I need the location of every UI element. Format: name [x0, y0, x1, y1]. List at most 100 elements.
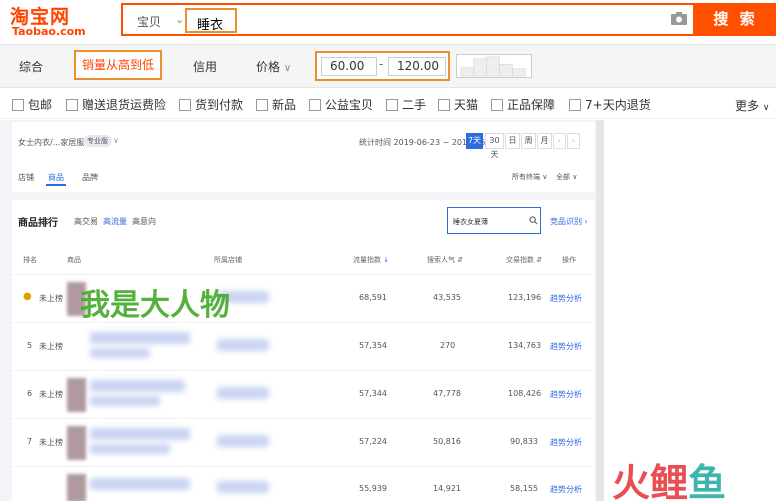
price-range: 60.00 - 120.00 — [315, 51, 450, 81]
next-icon[interactable]: › — [567, 133, 580, 149]
filter-new[interactable]: 新品 — [256, 96, 296, 113]
table-row[interactable]: 55,939 14,921 58,155 趋势分析 — [12, 466, 595, 501]
prev-icon[interactable]: ‹ — [553, 133, 566, 149]
col-rank: 排名 — [23, 256, 37, 264]
checkbox[interactable] — [438, 99, 450, 111]
row-search: 50,816 — [433, 437, 461, 446]
search-category[interactable]: 宝贝 — [137, 13, 161, 30]
date-week[interactable]: 周 — [521, 133, 536, 149]
trend-analysis-link[interactable]: 趋势分析 — [550, 293, 582, 304]
checkbox[interactable] — [66, 99, 78, 111]
product-title-blurred[interactable] — [90, 428, 190, 440]
checkbox[interactable] — [569, 99, 581, 111]
shop-name-blurred[interactable] — [217, 435, 269, 447]
sort-desc-icon: ↓ — [383, 256, 390, 264]
chevron-down-icon: ∨ — [762, 103, 770, 113]
checkbox[interactable] — [179, 99, 191, 111]
col-trade[interactable]: 交易指数 ⇵ — [506, 255, 542, 265]
chevron-down-icon[interactable]: ∨ — [113, 136, 119, 145]
terminal-select[interactable]: 所有终端 ∨ — [512, 172, 547, 182]
filter-free-shipping[interactable]: 包邮 — [12, 96, 52, 113]
shop-name-blurred[interactable] — [217, 481, 269, 493]
filter-cod[interactable]: 货到付款 — [179, 96, 243, 113]
trend-analysis-link[interactable]: 趋势分析 — [550, 437, 582, 448]
product-title-blurred[interactable] — [90, 396, 160, 406]
filter-7day-return[interactable]: 7+天内退货 — [569, 96, 651, 113]
checkbox[interactable] — [491, 99, 503, 111]
sort-bar: 综合 销量从高到低 信用 价格 ∨ 60.00 - 120.00 — [0, 44, 776, 88]
product-title-blurred[interactable] — [90, 444, 170, 454]
col-trade-label: 交易指数 — [506, 256, 534, 264]
tab-brand[interactable]: 品牌 — [82, 172, 98, 183]
col-search[interactable]: 搜索人气 ⇵ — [427, 255, 463, 265]
date-month[interactable]: 月 — [537, 133, 552, 149]
date-30d[interactable]: 30天 — [485, 133, 504, 159]
product-thumbnail[interactable] — [67, 474, 86, 501]
tab-high-traffic[interactable]: 高流量 — [103, 216, 127, 227]
table-row[interactable]: 5 未上榜 57,354 270 134,763 趋势分析 — [12, 322, 595, 370]
shop-name-blurred[interactable] — [217, 387, 269, 399]
checkbox[interactable] — [12, 99, 24, 111]
product-title-blurred[interactable] — [90, 332, 190, 344]
filter-secondhand[interactable]: 二手 — [386, 96, 426, 113]
filter-label: 二手 — [402, 98, 427, 112]
checkbox[interactable] — [386, 99, 398, 111]
row-traffic: 55,939 — [359, 484, 387, 493]
corner-logo: 火鲤鱼 — [612, 452, 726, 501]
search-button[interactable]: 搜 索 — [695, 3, 776, 36]
tab-high-intent[interactable]: 高意向 — [132, 216, 156, 227]
taobao-logo-en: Taobao.com — [12, 25, 86, 38]
product-thumbnail[interactable] — [67, 378, 86, 412]
filter-label: 正品保障 — [507, 98, 556, 112]
tab-underline — [46, 184, 66, 186]
product-title-blurred[interactable] — [90, 348, 150, 358]
col-goods: 商品 — [67, 256, 81, 264]
checkbox[interactable] — [256, 99, 268, 111]
all-select[interactable]: 全部 ∨ — [556, 172, 577, 182]
product-title-blurred[interactable] — [90, 380, 185, 392]
shop-name-blurred[interactable] — [217, 339, 269, 351]
price-dash: - — [379, 57, 384, 71]
competitor-identify-link[interactable]: 竞品识别 › — [550, 216, 588, 227]
trend-analysis-link[interactable]: 趋势分析 — [550, 484, 582, 495]
search-input[interactable]: 睡衣 — [185, 8, 237, 33]
rank-search-input[interactable]: 睡衣女夏薄 — [447, 207, 541, 234]
sort-default[interactable]: 综合 — [19, 58, 43, 75]
trend-analysis-link[interactable]: 趋势分析 — [550, 389, 582, 400]
more-filters[interactable]: 更多 ∨ — [735, 97, 769, 114]
sort-sales-desc[interactable]: 销量从高到低 — [74, 50, 162, 80]
tab-shop[interactable]: 店铺 — [18, 172, 34, 183]
col-traffic[interactable]: 流量指数 ↓ — [353, 255, 389, 265]
corner-logo-part: 火 — [612, 461, 651, 501]
row-search: 47,778 — [433, 389, 461, 398]
filter-genuine[interactable]: 正品保障 — [491, 96, 555, 113]
tab-high-trade[interactable]: 高交易 — [74, 216, 98, 227]
scrollbar[interactable] — [596, 120, 604, 501]
table-row[interactable]: 6 未上榜 57,344 47,778 108,426 趋势分析 — [12, 370, 595, 418]
rank-title: 商品排行 — [18, 218, 58, 229]
table-row[interactable]: 7 未上榜 57,224 50,816 90,833 趋势分析 — [12, 418, 595, 466]
tab-goods[interactable]: 商品 — [48, 172, 64, 183]
search-icon[interactable] — [529, 216, 538, 225]
date-7d[interactable]: 7天 — [466, 133, 483, 149]
sort-price[interactable]: 价格 ∨ — [256, 58, 291, 75]
filter-label: 新品 — [272, 98, 297, 112]
row-status: 未上榜 — [39, 342, 63, 351]
trend-analysis-link[interactable]: 趋势分析 — [550, 341, 582, 352]
camera-icon[interactable] — [671, 12, 687, 25]
filter-tmall[interactable]: 天猫 — [438, 96, 478, 113]
chevron-down-icon[interactable]: ⌄ — [175, 13, 184, 26]
product-thumbnail[interactable] — [67, 426, 86, 460]
col-shop: 所属店铺 — [214, 256, 242, 264]
date-day[interactable]: 日 — [505, 133, 520, 149]
sort-credit[interactable]: 信用 — [193, 58, 217, 75]
price-distribution-icon[interactable] — [456, 54, 532, 78]
terminal-label: 所有终端 — [512, 173, 540, 181]
price-min-input[interactable]: 60.00 — [321, 57, 377, 76]
product-title-blurred[interactable] — [90, 478, 190, 490]
search-box: 宝贝 ⌄ 睡衣 — [121, 3, 695, 36]
checkbox[interactable] — [309, 99, 321, 111]
filter-return-insurance[interactable]: 赠送退货运费险 — [66, 96, 166, 113]
filter-charity[interactable]: 公益宝贝 — [309, 96, 373, 113]
price-max-input[interactable]: 120.00 — [388, 57, 446, 76]
